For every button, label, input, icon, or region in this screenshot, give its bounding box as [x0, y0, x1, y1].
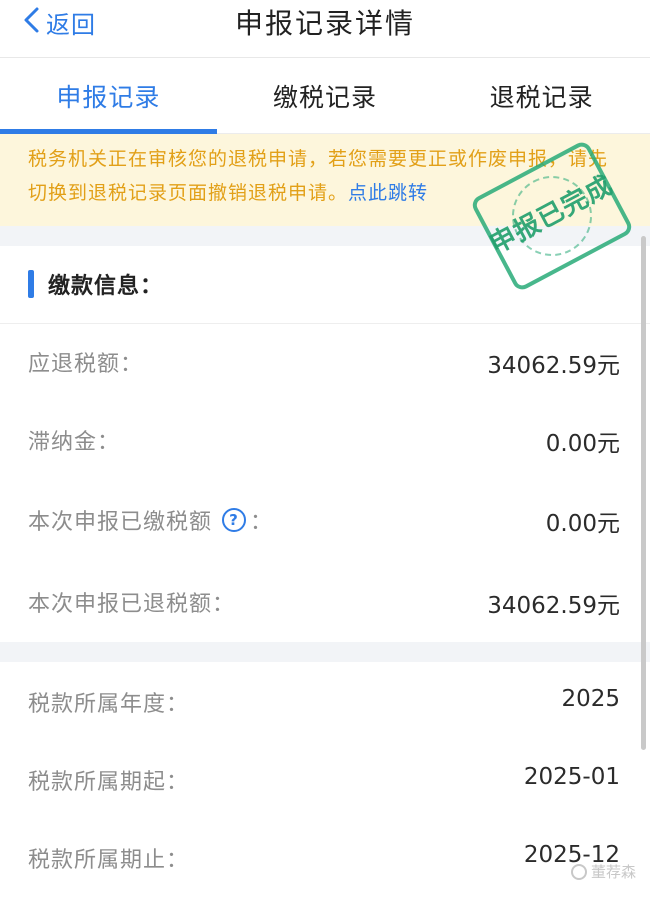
paid-tax-row: 本次申报已缴税额 ? ： 0.00元 [0, 482, 650, 560]
row-label: 本次申报已缴税额 [28, 510, 213, 535]
notice-banner: 税务机关正在审核您的退税申请，若您需要更正或作废申报，请先切换到退税记录页面撤销… [0, 134, 650, 226]
row-label: 应退税额： [28, 352, 144, 377]
notice-text: 税务机关正在审核您的退税申请，若您需要更正或作废申报，请先切换到退税记录页面撤销… [28, 148, 609, 204]
scrollbar[interactable] [641, 236, 646, 750]
tab-bar: 申报记录 缴税记录 退税记录 [0, 58, 650, 134]
row-label-group: 本次申报已缴税额 ? ： [28, 504, 273, 536]
row-value: 34062.59元 [487, 353, 620, 379]
refunded-tax-row: 本次申报已退税额： 34062.59元 [0, 564, 650, 642]
payment-info-header: 缴款信息： [0, 246, 650, 324]
refund-due-row: 应退税额： 34062.59元 [0, 324, 650, 402]
help-icon[interactable]: ? [222, 508, 247, 532]
row-value: 2025-01 [523, 764, 620, 790]
period-end-row: 税款所属期止： 2025-12 [0, 820, 650, 898]
row-label: 税款所属年度： [28, 692, 190, 717]
notice-jump-link[interactable]: 点此跳转 [348, 182, 428, 204]
row-label: 税款所属期止： [28, 848, 190, 873]
row-label: 税款所属期起： [28, 770, 190, 795]
tab-refund-records[interactable]: 退税记录 [433, 58, 650, 133]
section-title: 缴款信息： [48, 274, 164, 299]
section-divider [0, 226, 650, 246]
section-divider [0, 642, 650, 662]
row-label: 本次申报已退税额： [28, 592, 236, 617]
tab-declaration-records[interactable]: 申报记录 [0, 58, 217, 134]
row-value: 0.00元 [545, 511, 620, 537]
nav-bar: 返回 申报记录详情 [0, 0, 650, 58]
row-value: 2025 [561, 686, 620, 712]
watermark: 董荐森 [570, 861, 636, 882]
row-label: 滞纳金： [28, 430, 121, 455]
section-accent-bar [28, 270, 34, 298]
row-value: 34062.59元 [487, 593, 620, 619]
row-value: 0.00元 [545, 431, 620, 457]
page-title: 申报记录详情 [234, 7, 415, 40]
tab-payment-records[interactable]: 缴税记录 [217, 58, 434, 133]
tax-year-row: 税款所属年度： 2025 [0, 664, 650, 742]
row-label-colon: ： [250, 510, 274, 535]
late-fee-row: 滞纳金： 0.00元 [0, 402, 650, 480]
period-start-row: 税款所属期起： 2025-01 [0, 742, 650, 820]
watermark-text: 董荐森 [590, 863, 636, 881]
watermark-logo-icon [570, 863, 587, 880]
